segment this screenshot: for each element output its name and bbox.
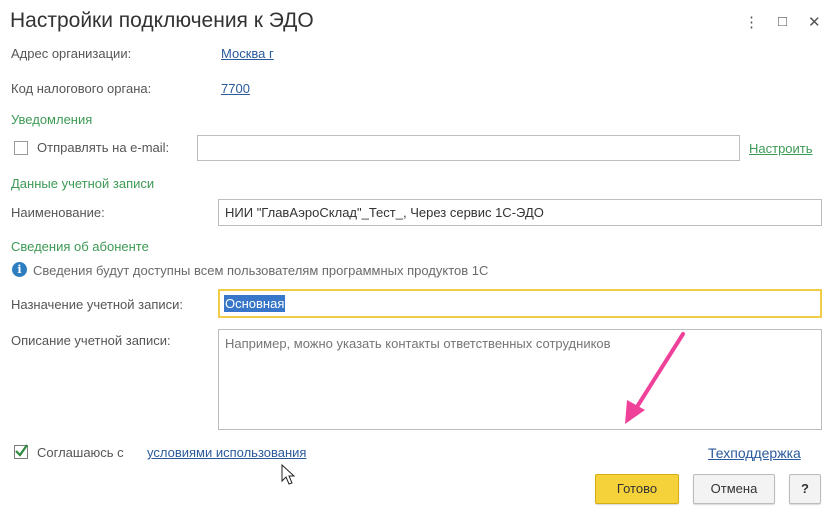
- purpose-field[interactable]: Основная: [218, 289, 822, 318]
- cancel-button[interactable]: Отмена: [693, 474, 775, 504]
- info-icon: i: [12, 262, 27, 277]
- email-checkbox[interactable]: [14, 141, 28, 155]
- subscriber-section-title: Сведения об абоненте: [11, 239, 149, 254]
- account-name-field[interactable]: НИИ "ГлавАэроСклад"_Тест_, Через сервис …: [218, 199, 822, 226]
- account-name-label: Наименование:: [11, 205, 105, 220]
- notifications-section-title: Уведомления: [11, 112, 93, 127]
- email-input[interactable]: [197, 135, 740, 161]
- dialog-title: Настройки подключения к ЭДО: [10, 9, 314, 32]
- address-label: Адрес организации:: [11, 46, 132, 61]
- agree-checkbox[interactable]: [14, 444, 28, 459]
- account-section-title: Данные учетной записи: [11, 176, 155, 191]
- tax-code-link[interactable]: 7700: [221, 81, 250, 96]
- more-icon[interactable]: ⋮: [744, 14, 759, 32]
- description-textarea[interactable]: [218, 329, 822, 430]
- help-button[interactable]: ?: [789, 474, 821, 504]
- done-button[interactable]: Готово: [595, 474, 679, 504]
- email-checkbox-label: Отправлять на e-mail:: [37, 140, 170, 155]
- checkmark-icon: [15, 444, 28, 457]
- mouse-cursor-icon: [281, 464, 296, 485]
- description-label: Описание учетной записи:: [11, 333, 171, 348]
- address-link[interactable]: Москва г: [221, 46, 274, 61]
- annotation-arrow: [625, 332, 685, 424]
- purpose-label: Назначение учетной записи:: [11, 297, 184, 312]
- subscriber-info-text: Сведения будут доступны всем пользовател…: [33, 263, 489, 278]
- close-icon[interactable]: ✕: [808, 14, 821, 32]
- terms-link[interactable]: условиями использования: [147, 445, 306, 460]
- purpose-value-selected: Основная: [224, 295, 286, 312]
- support-link[interactable]: Техподдержка: [708, 445, 801, 461]
- agree-prefix: Соглашаюсь с: [37, 445, 124, 460]
- tax-code-label: Код налогового органа:: [11, 81, 152, 96]
- maximize-icon[interactable]: □: [778, 13, 787, 31]
- configure-link[interactable]: Настроить: [749, 141, 813, 156]
